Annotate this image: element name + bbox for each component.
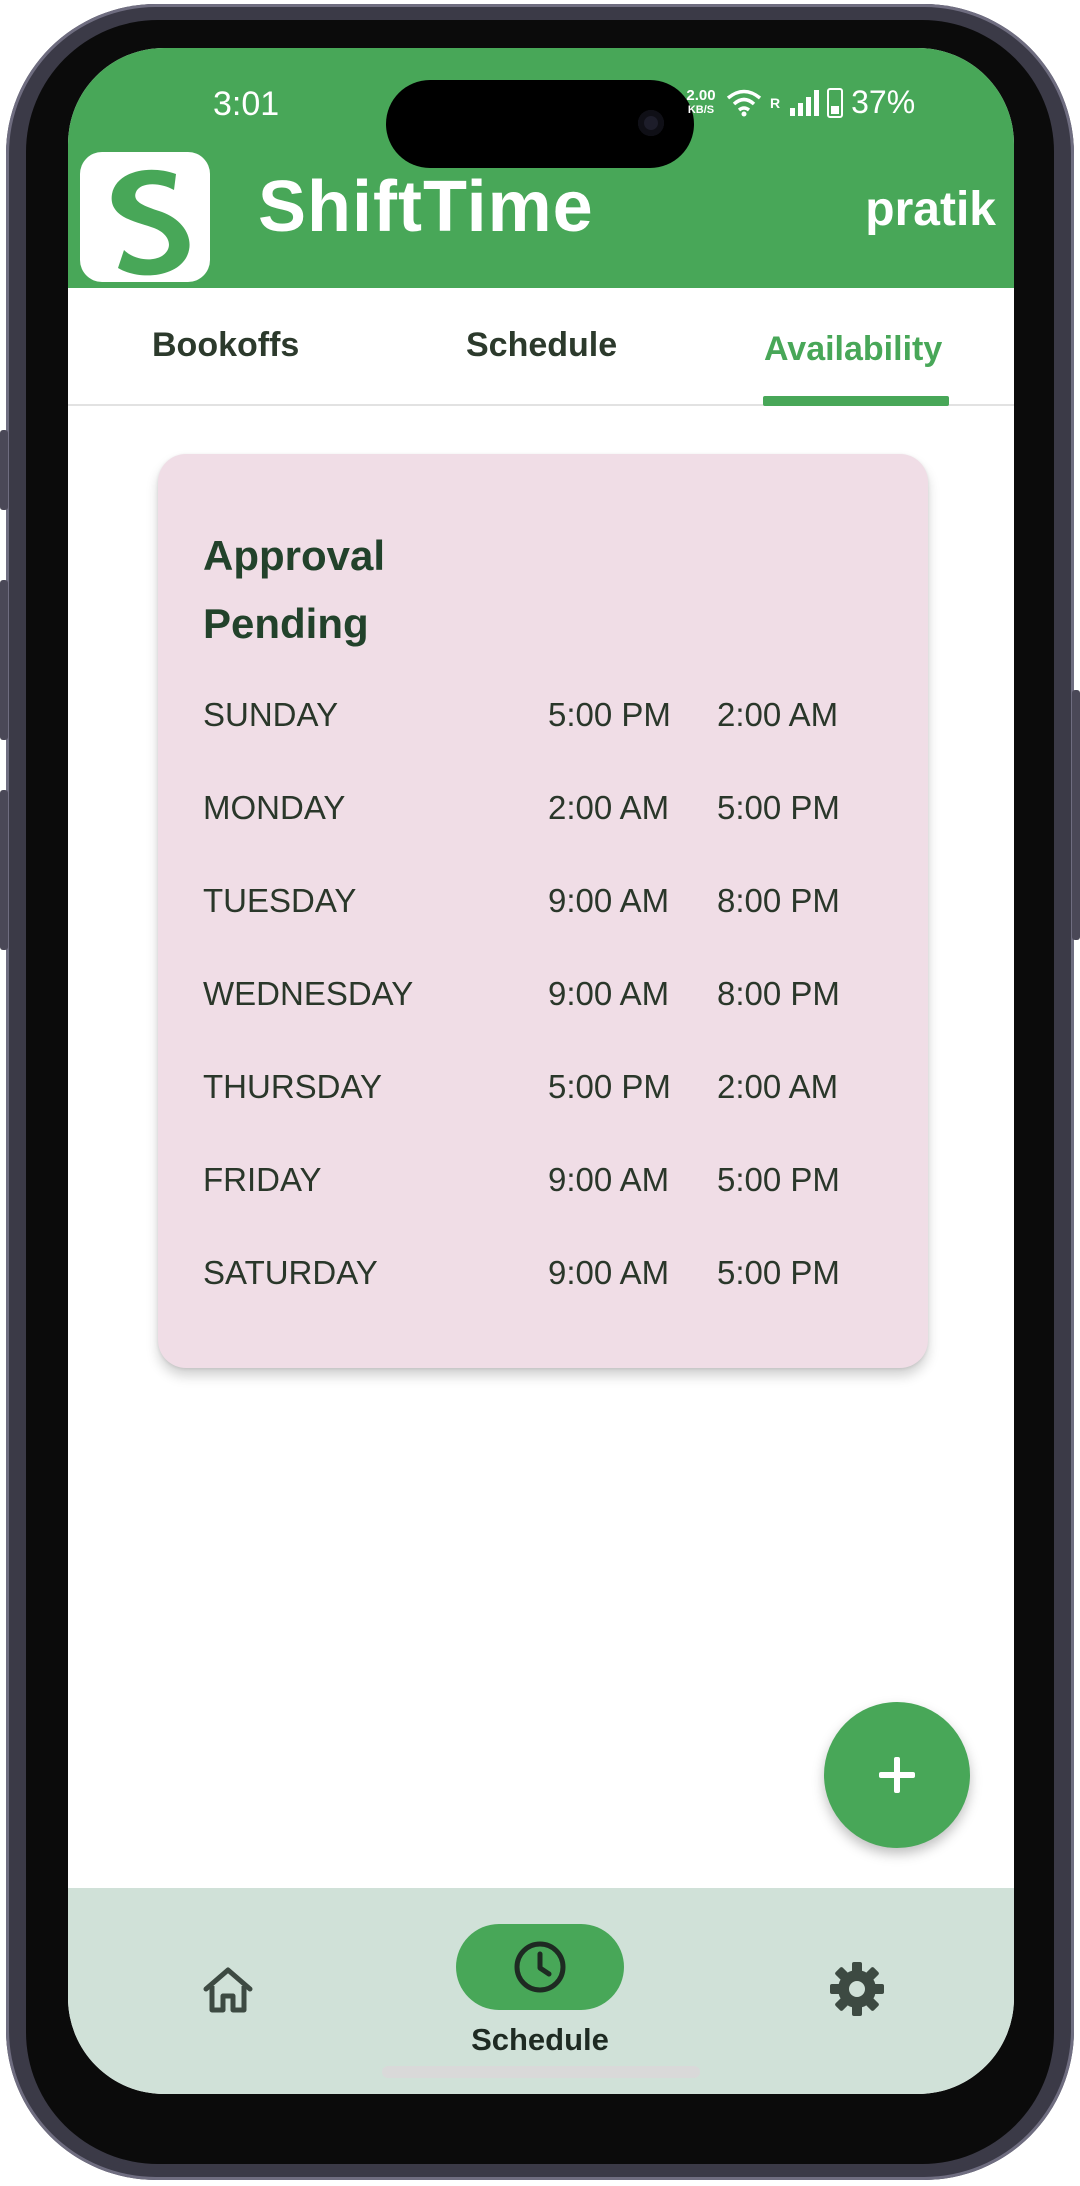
availability-row: THURSDAY 5:00 PM 2:00 AM — [203, 1068, 883, 1118]
start-time: 9:00 AM — [548, 975, 670, 1012]
action-button — [0, 430, 8, 510]
availability-row: FRIDAY 9:00 AM 5:00 PM — [203, 1161, 883, 1211]
active-tab-indicator — [763, 396, 949, 406]
day-label: SUNDAY — [203, 696, 339, 733]
tab-bar: Bookoffs Schedule Availability — [68, 288, 1014, 406]
availability-card[interactable]: Approval Pending SUNDAY 5:00 PM 2:00 AM … — [158, 454, 928, 1368]
availability-row: TUESDAY 9:00 AM 8:00 PM — [203, 882, 883, 932]
availability-row: SUNDAY 5:00 PM 2:00 AM — [203, 696, 883, 746]
clock-icon — [514, 1941, 566, 1993]
camera-icon — [638, 110, 664, 136]
end-time: 5:00 PM — [717, 1161, 840, 1198]
end-time: 8:00 PM — [717, 882, 840, 919]
approval-status-title: Approval Pending — [203, 532, 386, 647]
end-time: 5:00 PM — [717, 789, 840, 826]
app-screen: 3:01 2.00 KB/S R 37% ShiftTime pratik Bo… — [68, 48, 1014, 2094]
tab-availability[interactable]: Availability — [764, 330, 942, 369]
power-button — [1072, 690, 1080, 940]
bottom-navigation: Schedule — [68, 1888, 1014, 2094]
day-label: THURSDAY — [203, 1068, 383, 1105]
network-speed-unit: KB/S — [687, 103, 715, 116]
nav-schedule-button[interactable] — [456, 1924, 624, 2010]
home-icon[interactable] — [200, 1962, 256, 2018]
plus-icon — [879, 1757, 915, 1793]
start-time: 5:00 PM — [548, 1068, 671, 1105]
start-time: 9:00 AM — [548, 882, 670, 919]
signal-icon — [790, 89, 820, 116]
battery-percent: 37% — [851, 84, 916, 120]
day-label: FRIDAY — [203, 1161, 322, 1198]
end-time: 2:00 AM — [717, 1068, 839, 1105]
availability-row: SATURDAY 9:00 AM 5:00 PM — [203, 1254, 883, 1304]
add-availability-button[interactable] — [824, 1702, 970, 1848]
shifttime-logo-icon — [80, 152, 210, 282]
end-time: 5:00 PM — [717, 1254, 840, 1291]
network-speed: 2.00 KB/S — [684, 88, 718, 118]
volume-down-button — [0, 790, 8, 950]
app-title: ShiftTime — [258, 167, 594, 247]
day-label: SATURDAY — [203, 1254, 378, 1291]
dynamic-island — [386, 80, 694, 168]
wifi-icon — [726, 89, 762, 116]
end-time: 2:00 AM — [717, 696, 839, 733]
tab-bookoffs[interactable]: Bookoffs — [152, 326, 299, 365]
start-time: 9:00 AM — [548, 1254, 670, 1291]
day-label: TUESDAY — [203, 882, 357, 919]
day-label: WEDNESDAY — [203, 975, 414, 1012]
tab-schedule[interactable]: Schedule — [466, 326, 617, 365]
roaming-indicator: R — [770, 94, 781, 111]
status-time: 3:01 — [213, 85, 280, 123]
app-header: 3:01 2.00 KB/S R 37% ShiftTime pratik — [68, 48, 1014, 288]
start-time: 5:00 PM — [548, 696, 671, 733]
availability-row: MONDAY 2:00 AM 5:00 PM — [203, 789, 883, 839]
start-time: 9:00 AM — [548, 1161, 670, 1198]
start-time: 2:00 AM — [548, 789, 670, 826]
network-speed-value: 2.00 — [686, 86, 716, 104]
status-icons: 2.00 KB/S R 37% — [684, 84, 915, 121]
user-name[interactable]: pratik — [865, 182, 996, 237]
home-indicator[interactable] — [382, 2066, 700, 2078]
battery-icon — [827, 87, 844, 118]
gear-icon[interactable] — [828, 1960, 886, 2018]
end-time: 8:00 PM — [717, 975, 840, 1012]
volume-up-button — [0, 580, 8, 740]
day-label: MONDAY — [203, 789, 346, 826]
availability-row: WEDNESDAY 9:00 AM 8:00 PM — [203, 975, 883, 1025]
nav-schedule-label: Schedule — [471, 2022, 609, 2057]
